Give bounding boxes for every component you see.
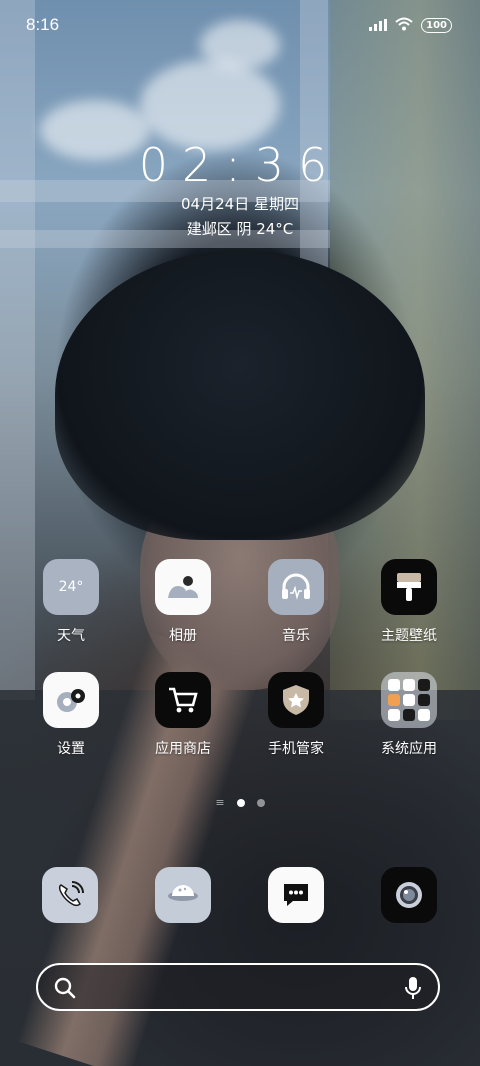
themes-icon — [381, 559, 437, 615]
dock-phone[interactable] — [42, 867, 98, 923]
app-security[interactable]: 手机管家 — [251, 672, 341, 758]
app-label: 音乐 — [282, 628, 310, 644]
clock-weather: 建邺区 阴 24°C — [186, 220, 294, 238]
mini-app-icon — [418, 694, 430, 706]
mini-app-icon — [388, 709, 400, 721]
gallery-icon — [155, 559, 211, 615]
music-icon — [268, 559, 324, 615]
page-dot-active[interactable] — [236, 798, 245, 807]
clock-date: 04月24日 星期四 — [181, 195, 299, 213]
mini-app-icon — [418, 679, 430, 691]
battery-indicator: 100 — [421, 18, 452, 33]
microphone-icon[interactable] — [404, 976, 422, 1004]
app-store[interactable]: 应用商店 — [138, 672, 228, 758]
app-label: 设置 — [57, 741, 85, 757]
mini-app-icon — [403, 694, 415, 706]
app-label: 应用商店 — [155, 741, 211, 757]
app-music[interactable]: 音乐 — [251, 559, 341, 645]
app-settings[interactable]: 设置 — [26, 672, 116, 758]
messages-icon — [268, 867, 324, 923]
mini-app-icon — [388, 694, 400, 706]
dock-browser[interactable] — [155, 867, 211, 923]
mini-app-icon — [403, 679, 415, 691]
folder-icon — [381, 672, 437, 728]
lock-clock-time[interactable]: 02:36 — [0, 138, 480, 192]
app-folder-system[interactable]: 系统应用 — [364, 672, 454, 758]
home-screen: 8:16 100 02:36 04月24日 星期四 建邺区 阴 24°C 24°… — [0, 0, 480, 1066]
app-weather[interactable]: 24° 天气 — [26, 559, 116, 645]
minus-one-screen-icon[interactable]: ≡ — [215, 796, 224, 809]
app-label: 手机管家 — [268, 741, 324, 757]
search-icon[interactable] — [54, 977, 76, 1003]
mini-app-icon — [388, 679, 400, 691]
dock-camera[interactable] — [381, 867, 437, 923]
security-icon — [268, 672, 324, 728]
app-label: 天气 — [57, 628, 85, 644]
signal-icon — [369, 16, 388, 35]
app-label: 相册 — [169, 628, 197, 644]
app-label: 主题壁纸 — [381, 628, 437, 644]
page-indicator: ≡ — [0, 796, 480, 809]
weather-icon: 24° — [43, 559, 99, 615]
wifi-icon — [395, 16, 413, 35]
mini-app-icon — [403, 709, 415, 721]
dock-messages[interactable] — [268, 867, 324, 923]
app-store-icon — [155, 672, 211, 728]
app-label: 系统应用 — [381, 741, 437, 757]
search-bar[interactable] — [36, 963, 440, 1011]
status-time: 8:16 — [26, 15, 60, 34]
weather-temp: 24° — [58, 579, 84, 595]
status-bar: 8:16 100 — [0, 0, 480, 48]
app-themes[interactable]: 主题壁纸 — [364, 559, 454, 645]
app-gallery[interactable]: 相册 — [138, 559, 228, 645]
camera-icon — [381, 867, 437, 923]
browser-icon — [155, 867, 211, 923]
phone-icon — [42, 867, 98, 923]
page-dot[interactable] — [256, 798, 265, 807]
settings-icon — [43, 672, 99, 728]
mini-app-icon — [418, 709, 430, 721]
